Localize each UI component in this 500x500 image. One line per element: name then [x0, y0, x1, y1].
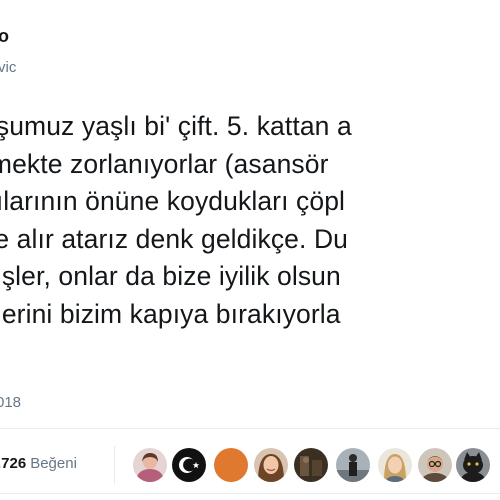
tweet-line: rmekte zorlanıyorlar (asansör — [0, 148, 329, 179]
tweet-line: plerini bizim kapıya bırakıyorla — [0, 298, 341, 329]
tweet-line: ye alır atarız denk geldikçe. Du — [0, 223, 349, 254]
tweet-date[interactable]: 018 — [0, 394, 21, 411]
avatar-woman-blonde-icon[interactable] — [378, 448, 412, 482]
likes-count: .726 — [0, 455, 27, 472]
avatar-woman-pink-icon[interactable] — [133, 448, 167, 482]
avatar-turkish-flag-icon[interactable] — [172, 448, 206, 482]
stats-separator — [114, 446, 115, 484]
avatar-black-cat-icon[interactable] — [456, 448, 490, 482]
avatar-dark-photo-icon[interactable] — [294, 448, 328, 482]
avatar-orange-circle-icon[interactable] — [214, 448, 248, 482]
divider — [0, 493, 500, 494]
tweet-line: nşumuz yaşlı bi' çift. 5. kattan a — [0, 111, 352, 141]
avatar-woman-smiling-icon[interactable] — [254, 448, 288, 482]
likes-label: Beğeni — [30, 455, 77, 472]
divider — [0, 428, 500, 429]
tweet-line: nişler, onlar da bize iyilik olsun — [0, 261, 341, 292]
display-name[interactable]: o — [0, 26, 9, 47]
tweet-line: pılarının önüne koydukları çöpl — [0, 186, 346, 217]
user-handle[interactable]: vic — [0, 59, 16, 76]
avatar-person-standing-icon[interactable] — [336, 448, 370, 482]
tweet-text: nşumuz yaşlı bi' çift. 5. kattan a rmekt… — [0, 108, 500, 334]
avatar-man-glasses-icon[interactable] — [418, 448, 452, 482]
likes-stat[interactable]: .726Beğeni — [0, 455, 77, 472]
